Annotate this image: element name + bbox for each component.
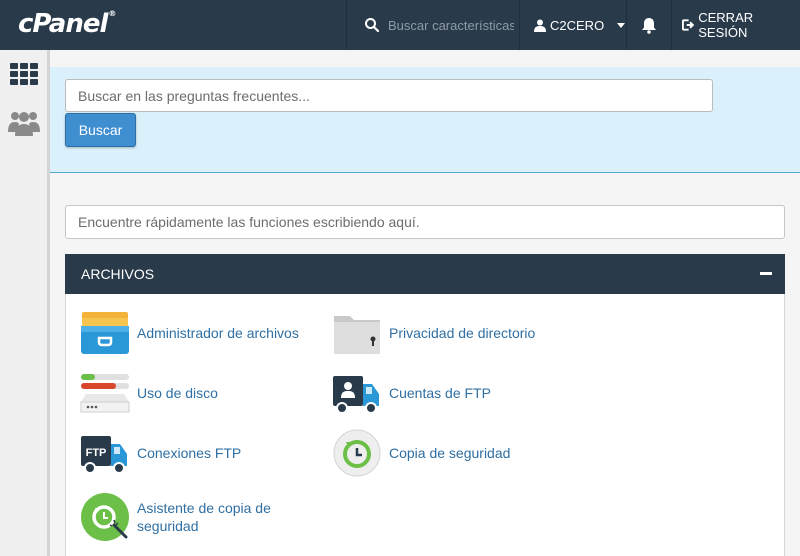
username: C2CERO bbox=[550, 17, 605, 33]
quick-find-input[interactable] bbox=[65, 205, 785, 239]
user-menu[interactable]: C2CERO bbox=[520, 0, 626, 50]
top-bar: cPanel® C2CERO CERRAR SESIÓN bbox=[0, 0, 800, 50]
logout-icon bbox=[682, 19, 695, 31]
divider bbox=[346, 0, 347, 50]
panel-title: ARCHIVOS bbox=[81, 266, 155, 282]
logout-button[interactable]: CERRAR SESIÓN bbox=[672, 0, 800, 50]
tool-disk-usage[interactable]: Uso de disco bbox=[80, 368, 218, 418]
left-nav bbox=[0, 50, 50, 556]
tool-file-manager[interactable]: Administrador de archivos bbox=[80, 308, 299, 358]
faq-search-button[interactable]: Buscar bbox=[65, 113, 136, 147]
user-icon bbox=[534, 19, 546, 32]
files-panel-body: Administrador de archivos Privacidad de … bbox=[65, 294, 785, 556]
nav-home[interactable] bbox=[0, 52, 48, 96]
faq-search-input[interactable] bbox=[65, 79, 713, 112]
faq-search-section: Buscar bbox=[50, 67, 800, 173]
users-icon bbox=[8, 112, 40, 136]
tool-label: Uso de disco bbox=[137, 385, 218, 401]
logout-label: CERRAR SESIÓN bbox=[698, 10, 754, 40]
tool-backup-wizard[interactable]: Asistente de copia de seguridad bbox=[80, 492, 297, 542]
search-icon[interactable] bbox=[364, 17, 380, 33]
tool-directory-privacy[interactable]: Privacidad de directorio bbox=[332, 308, 535, 358]
collapse-icon[interactable] bbox=[760, 272, 772, 275]
tool-ftp-accounts[interactable]: Cuentas de FTP bbox=[332, 368, 491, 418]
cpanel-logo[interactable]: cPanel® bbox=[18, 9, 116, 39]
file-manager-icon bbox=[81, 312, 129, 354]
ftp-accounts-icon bbox=[333, 376, 379, 414]
ftp-badge: FTP bbox=[86, 447, 107, 459]
feature-search-input[interactable] bbox=[388, 14, 514, 36]
tool-label: Copia de seguridad bbox=[389, 445, 511, 461]
tool-label: Privacidad de directorio bbox=[389, 325, 536, 341]
disk-usage-icon bbox=[80, 374, 130, 413]
chevron-down-icon bbox=[617, 22, 626, 28]
tool-label: Asistente de copia de seguridad bbox=[137, 500, 271, 534]
backup-icon bbox=[333, 429, 381, 477]
tool-label: Conexiones FTP bbox=[137, 445, 242, 461]
main-content: Buscar ARCHIVOS Administrador de archivo… bbox=[50, 50, 800, 556]
notifications-button[interactable] bbox=[627, 0, 671, 50]
tool-label: Cuentas de FTP bbox=[389, 385, 491, 401]
directory-privacy-icon bbox=[334, 316, 380, 354]
tool-backup[interactable]: Copia de seguridad bbox=[332, 428, 510, 478]
backup-wizard-icon bbox=[81, 493, 129, 541]
grid-icon bbox=[10, 63, 38, 85]
bell-icon bbox=[642, 17, 656, 34]
tool-label: Administrador de archivos bbox=[137, 325, 299, 341]
nav-users[interactable] bbox=[0, 101, 48, 145]
tool-ftp-connections[interactable]: FTP Conexiones FTP bbox=[80, 428, 241, 478]
ftp-connections-icon: FTP bbox=[81, 436, 127, 474]
files-panel-header[interactable]: ARCHIVOS bbox=[65, 254, 785, 294]
